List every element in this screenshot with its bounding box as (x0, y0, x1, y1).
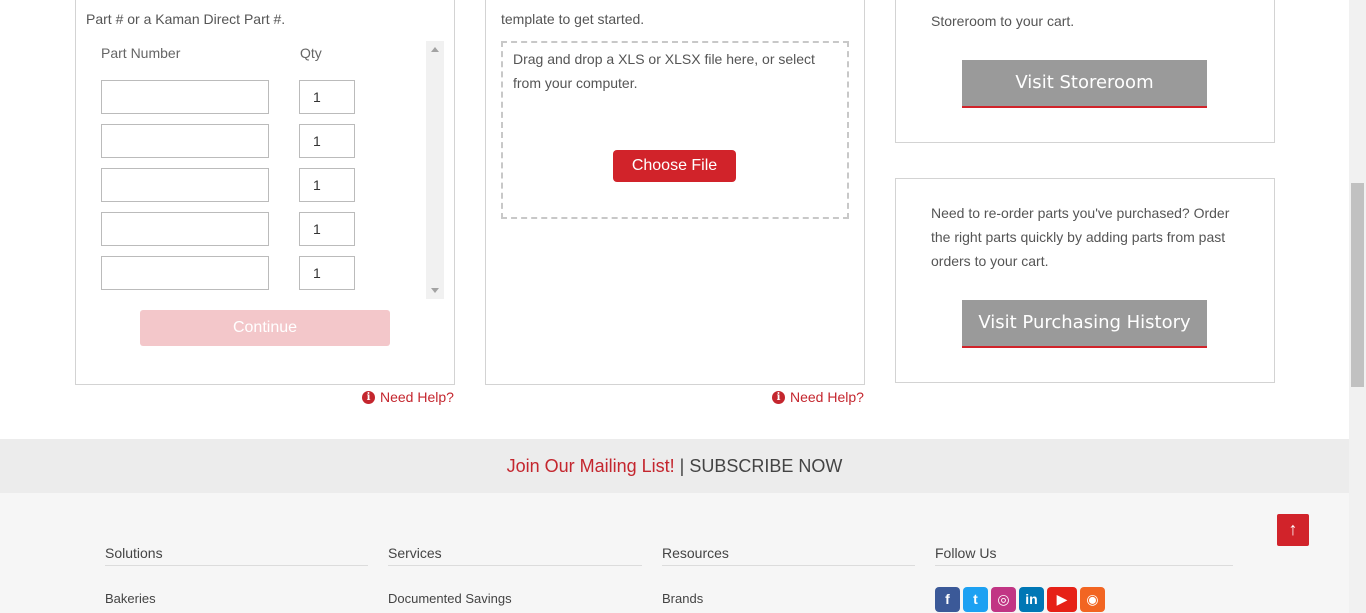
need-help-link[interactable]: i Need Help? (362, 389, 454, 405)
visit-purchasing-history-button[interactable]: Visit Purchasing History (962, 300, 1207, 348)
qty-input[interactable]: 1 (299, 212, 355, 246)
footer-heading-solutions: Solutions (105, 545, 368, 566)
mailing-list-bar: Join Our Mailing List! | SUBSCRIBE NOW (0, 439, 1349, 493)
scroll-up-icon[interactable] (431, 47, 439, 52)
footer-heading-resources: Resources (662, 545, 915, 566)
qty-input[interactable]: 1 (299, 124, 355, 158)
footer-col-solutions: Solutions Bakeries (105, 545, 368, 606)
footer-link-brands[interactable]: Brands (662, 591, 703, 606)
scroll-down-icon[interactable] (431, 288, 439, 293)
mailing-separator: | (679, 456, 685, 476)
qty-input[interactable]: 1 (299, 80, 355, 114)
choose-file-button[interactable]: Choose File (613, 150, 736, 182)
need-help-label: Need Help? (790, 389, 864, 405)
need-help-link[interactable]: i Need Help? (772, 389, 864, 405)
instagram-icon[interactable]: ◎ (991, 587, 1016, 612)
qty-header: Qty (300, 45, 322, 61)
info-icon: i (772, 390, 785, 404)
join-mailing-list-link[interactable]: Join Our Mailing List! (507, 456, 675, 476)
storeroom-intro: Storeroom to your cart. (931, 13, 1075, 29)
part-list-scrollbar[interactable] (426, 41, 444, 299)
part-number-input[interactable] (101, 256, 269, 290)
upload-intro: template to get started. (501, 11, 645, 27)
footer-col-resources: Resources Brands (662, 545, 915, 606)
social-icons: f t ◎ in ▶ ◉ (935, 587, 1105, 612)
footer-link-bakeries[interactable]: Bakeries (105, 591, 156, 606)
footer-col-follow-us: Follow Us (935, 545, 1233, 566)
linkedin-icon[interactable]: in (1019, 587, 1044, 612)
twitter-icon[interactable]: t (963, 587, 988, 612)
footer: Solutions Bakeries Services Documented S… (0, 493, 1349, 613)
visit-storeroom-button[interactable]: Visit Storeroom (962, 60, 1207, 108)
footer-link-documented-savings[interactable]: Documented Savings (388, 591, 512, 606)
back-to-top-button[interactable]: ↑ (1277, 514, 1309, 546)
need-help-label: Need Help? (380, 389, 454, 405)
arrow-up-icon: ↑ (1288, 519, 1298, 539)
continue-button[interactable]: Continue (140, 310, 390, 346)
part-number-input[interactable] (101, 168, 269, 202)
dropzone-instructions: Drag and drop a XLS or XLSX file here, o… (513, 51, 815, 91)
footer-heading-follow-us: Follow Us (935, 545, 1233, 566)
file-dropzone[interactable]: Drag and drop a XLS or XLSX file here, o… (501, 41, 849, 219)
qty-input[interactable]: 1 (299, 168, 355, 202)
page-scrollbar-thumb[interactable] (1351, 183, 1364, 387)
quick-order-intro: Part # or a Kaman Direct Part #. (86, 11, 286, 27)
info-icon: i (362, 390, 375, 404)
part-number-input[interactable] (101, 124, 269, 158)
youtube-icon[interactable]: ▶ (1047, 587, 1077, 612)
facebook-icon[interactable]: f (935, 587, 960, 612)
page-scrollbar[interactable] (1349, 0, 1366, 613)
purchasing-history-text: Need to re-order parts you've purchased?… (931, 205, 1230, 269)
rss-icon[interactable]: ◉ (1080, 587, 1105, 612)
part-number-input[interactable] (101, 80, 269, 114)
footer-col-services: Services Documented Savings (388, 545, 642, 606)
part-number-input[interactable] (101, 212, 269, 246)
qty-input[interactable]: 1 (299, 256, 355, 290)
subscribe-now-link[interactable]: SUBSCRIBE NOW (689, 456, 842, 476)
footer-heading-services: Services (388, 545, 642, 566)
part-number-header: Part Number (101, 45, 181, 61)
